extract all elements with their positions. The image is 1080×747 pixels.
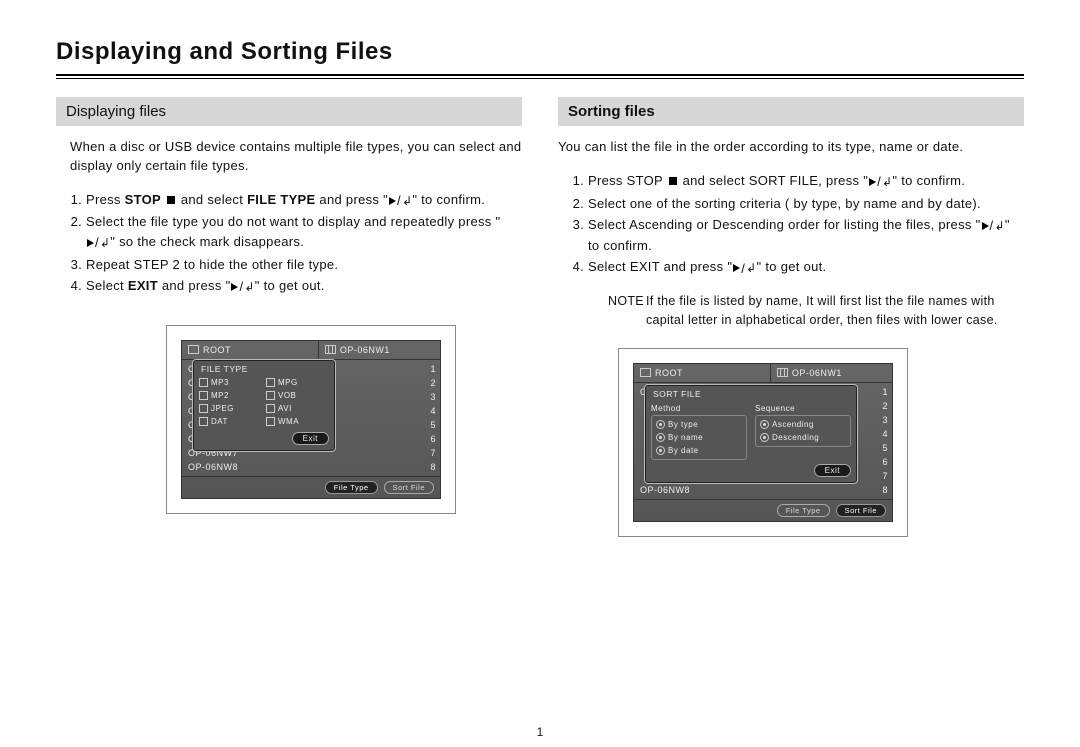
method-by-name[interactable]: By name — [656, 431, 742, 444]
play-enter-icon: /↲ — [868, 172, 892, 192]
step-3: Select Ascending or Descending order for… — [588, 215, 1024, 255]
osd-file-nums: 1 2 3 4 5 6 7 8 — [410, 360, 440, 476]
col-displaying: Displaying files When a disc or USB devi… — [56, 97, 522, 537]
method-by-date[interactable]: By date — [656, 444, 742, 457]
disk-icon — [188, 345, 199, 354]
step-4: Select EXIT and press "/↲" to get out. — [588, 257, 1024, 278]
checkbox-icon — [266, 404, 275, 413]
play-enter-icon: /↲ — [388, 191, 412, 211]
ft-vob[interactable]: VOB — [266, 390, 329, 402]
note-label: NOTE — [608, 292, 646, 330]
film-icon — [325, 345, 336, 354]
osd-exit-button[interactable]: Exit — [814, 464, 851, 477]
step-2: Select one of the sorting criteria ( by … — [588, 194, 1024, 214]
osd-sortfile-pill[interactable]: Sort File — [836, 504, 886, 517]
osd-file-nums: 1 2 3 4 5 6 7 8 — [862, 383, 892, 499]
play-enter-icon: /↲ — [230, 277, 254, 297]
note-text: If the file is listed by name, It will f… — [646, 292, 1024, 330]
ft-jpeg[interactable]: JPEG — [199, 403, 262, 415]
ft-mp2[interactable]: MP2 — [199, 390, 262, 402]
checkbox-icon — [266, 417, 275, 426]
seq-ascending[interactable]: Ascending — [760, 418, 846, 431]
columns: Displaying files When a disc or USB devi… — [56, 97, 1024, 537]
step-3: Repeat STEP 2 to hide the other file typ… — [86, 255, 522, 275]
checkbox-icon — [199, 417, 208, 426]
checkbox-icon — [266, 378, 275, 387]
ft-wma[interactable]: WMA — [266, 416, 329, 428]
page-title: Displaying and Sorting Files — [56, 38, 1024, 66]
ft-dat[interactable]: DAT — [199, 416, 262, 428]
play-enter-icon: /↲ — [86, 233, 110, 253]
heading-sorting: Sorting files — [558, 97, 1024, 126]
osd-screenshot-sortfile: ROOT OP-06NW1 OP-06NW1 OP-06N — [618, 348, 908, 537]
intro-sorting: You can list the file in the order accor… — [558, 138, 1024, 157]
checkbox-icon — [199, 391, 208, 400]
play-enter-icon: /↲ — [981, 216, 1005, 236]
manual-page: Displaying and Sorting Files Displaying … — [0, 0, 1080, 747]
radio-icon — [760, 433, 769, 442]
osd-filetype-overlay: FILE TYPE MP3 MPG MP2 VOB JPEG AVI DAT W… — [192, 359, 336, 452]
osd-root: ROOT — [634, 364, 771, 382]
page-number: 1 — [0, 725, 1080, 739]
osd-sortfile-pill[interactable]: Sort File — [384, 481, 434, 494]
osd-current-file: OP-06NW1 — [771, 364, 892, 382]
method-label: Method — [651, 404, 747, 413]
osd-screenshot-filetype: ROOT OP-06NW1 OP-06NW1 OP-06NW2 OP-06NW3… — [166, 325, 456, 514]
intro-displaying: When a disc or USB device contains multi… — [70, 138, 522, 176]
stop-icon — [167, 196, 175, 204]
col-sorting: Sorting files You can list the file in t… — [558, 97, 1024, 537]
osd-exit-button[interactable]: Exit — [292, 432, 329, 445]
radio-icon — [760, 420, 769, 429]
rule-thin — [56, 78, 1024, 79]
step-1: Press STOP and select FILE TYPE and pres… — [86, 190, 522, 211]
sequence-label: Sequence — [755, 404, 851, 413]
radio-icon — [656, 420, 665, 429]
osd-root: ROOT — [182, 341, 319, 359]
osd-sortfile-overlay: SORT FILE Method By type By name By date — [644, 384, 858, 484]
heading-displaying: Displaying files — [56, 97, 522, 126]
note-block: NOTE If the file is listed by name, It w… — [608, 292, 1024, 330]
disk-icon — [640, 368, 651, 377]
method-by-type[interactable]: By type — [656, 418, 742, 431]
step-1: Press STOP and select SORT FILE, press "… — [588, 171, 1024, 192]
checkbox-icon — [199, 378, 208, 387]
seq-descending[interactable]: Descending — [760, 431, 846, 444]
checkbox-icon — [199, 404, 208, 413]
radio-icon — [656, 446, 665, 455]
ft-mpg[interactable]: MPG — [266, 377, 329, 389]
steps-displaying: Press STOP and select FILE TYPE and pres… — [56, 190, 522, 297]
osd-overlay-title: SORT FILE — [651, 389, 851, 402]
checkbox-icon — [266, 391, 275, 400]
osd-filetype-pill[interactable]: File Type — [325, 481, 378, 494]
film-icon — [777, 368, 788, 377]
stop-icon — [669, 177, 677, 185]
ft-mp3[interactable]: MP3 — [199, 377, 262, 389]
osd-overlay-title: FILE TYPE — [199, 364, 329, 377]
radio-icon — [656, 433, 665, 442]
step-4: Select EXIT and press "/↲" to get out. — [86, 276, 522, 297]
osd: ROOT OP-06NW1 OP-06NW1 OP-06N — [633, 363, 893, 522]
osd-current-file: OP-06NW1 — [319, 341, 440, 359]
osd: ROOT OP-06NW1 OP-06NW1 OP-06NW2 OP-06NW3… — [181, 340, 441, 499]
step-2: Select the file type you do not want to … — [86, 212, 522, 252]
steps-sorting: Press STOP and select SORT FILE, press "… — [558, 171, 1024, 278]
play-enter-icon: /↲ — [732, 259, 756, 279]
osd-filetype-pill[interactable]: File Type — [777, 504, 830, 517]
ft-avi[interactable]: AVI — [266, 403, 329, 415]
rule-thick — [56, 74, 1024, 76]
